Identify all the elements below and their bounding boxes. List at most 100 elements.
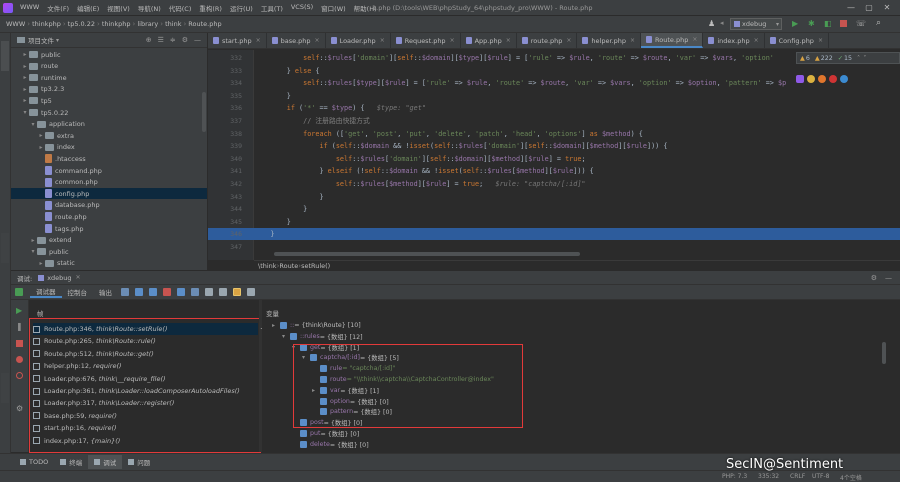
back-arrow-icon[interactable]: ◂ — [720, 19, 724, 27]
close-icon[interactable]: × — [566, 37, 571, 44]
stop-icon[interactable] — [840, 20, 847, 27]
minimize-button[interactable]: — — [844, 1, 858, 14]
close-icon[interactable]: × — [630, 37, 635, 44]
menu-item[interactable]: 代码(C) — [165, 3, 196, 13]
firefox-icon[interactable] — [818, 75, 826, 83]
stack-frame[interactable]: Route.php:346, think\Route::setRule() — [33, 323, 258, 335]
variable-row[interactable]: delete = {数组} [0] — [292, 439, 369, 450]
chevron-down-icon[interactable]: ˅ — [863, 55, 866, 62]
view-breakpoints-icon[interactable] — [16, 356, 23, 363]
tree-item[interactable]: ▸ tp3.2.3 — [11, 84, 207, 95]
tree-item[interactable]: ▾ tp5.0.22 — [11, 107, 207, 118]
run-icon[interactable]: ▶ — [792, 19, 798, 28]
editor-tab[interactable]: index.php × — [703, 33, 765, 48]
debug-tab[interactable]: 控制台 — [62, 287, 94, 297]
gear-icon[interactable]: ⚙ — [182, 36, 188, 44]
tree-item[interactable]: .htaccess — [11, 153, 207, 164]
menu-item[interactable]: WWW — [16, 3, 43, 13]
locate-icon[interactable]: ⊕ — [146, 36, 152, 44]
tree-item[interactable]: command.php — [11, 165, 207, 176]
project-scrollbar[interactable] — [202, 92, 206, 132]
stack-frame[interactable]: Route.php:265, think\Route::rule() — [33, 335, 156, 347]
editor-tab[interactable]: base.php × — [267, 33, 326, 48]
step-out-icon[interactable] — [177, 288, 185, 296]
menu-item[interactable]: 导航(N) — [134, 3, 165, 13]
restore-layout-icon[interactable] — [233, 288, 241, 296]
favorites-tool-tab[interactable] — [1, 373, 9, 403]
rerun-icon[interactable] — [15, 288, 23, 296]
menu-item[interactable]: VCS(S) — [287, 3, 317, 13]
run-config-select[interactable]: xdebug ▾ — [730, 18, 782, 30]
structure-tool-tab[interactable] — [1, 233, 9, 263]
breadcrumb-item[interactable]: thinkphp — [30, 20, 63, 28]
chevron-down-icon[interactable]: ▾ — [56, 37, 59, 44]
edge-icon[interactable] — [840, 75, 848, 83]
close-icon[interactable]: × — [754, 37, 759, 44]
breadcrumb-item[interactable]: thinkphp — [100, 20, 133, 28]
hide-icon[interactable]: — — [194, 36, 201, 44]
close-icon[interactable]: ✕ — [76, 274, 81, 281]
stack-frame[interactable]: helper.php:12, require() — [33, 360, 122, 372]
breadcrumb-item[interactable]: think — [163, 20, 183, 28]
editor-breadcrumb-item[interactable]: \think — [258, 262, 277, 270]
tree-item[interactable]: ▾ application — [11, 119, 207, 130]
stack-frame[interactable]: index.php:17, {main}() — [33, 435, 120, 447]
force-step-into-icon[interactable] — [163, 288, 171, 296]
chevron-up-icon[interactable]: ˄ — [857, 55, 860, 62]
tree-item[interactable]: ▸ public — [11, 49, 207, 60]
variable-row[interactable]: put = {数组} [0] — [292, 428, 359, 439]
user-icon[interactable]: ♟ — [708, 19, 715, 28]
editor-tab[interactable]: Request.php × — [391, 33, 461, 48]
menu-item[interactable]: 运行(U) — [226, 3, 257, 13]
show-execution-point-icon[interactable] — [121, 288, 129, 296]
tree-item[interactable]: ▸ tp5 — [11, 95, 207, 106]
php-version[interactable]: PHP: 7.3 — [722, 473, 747, 480]
close-icon[interactable]: × — [380, 37, 385, 44]
listen-phone-icon[interactable]: ☏ — [856, 19, 866, 28]
tree-item[interactable]: ▸ extra — [11, 130, 207, 141]
tree-item[interactable]: tags.php — [11, 223, 207, 234]
editor-tab[interactable]: route.php × — [517, 33, 578, 48]
mute-breakpoints-icon[interactable] — [16, 372, 23, 379]
bottom-tab[interactable]: 调试 — [88, 455, 123, 469]
editor-breadcrumb-item[interactable]: Route — [279, 262, 298, 270]
variables-scrollbar[interactable] — [882, 342, 886, 364]
tree-item[interactable]: config.php — [11, 188, 207, 200]
gear-icon[interactable]: ⚙ — [871, 274, 877, 282]
close-button[interactable]: ✕ — [880, 1, 894, 14]
breadcrumb-item[interactable]: Route.php — [186, 20, 223, 28]
editor-tab[interactable]: start.php × — [208, 33, 267, 48]
debug-config-tab[interactable]: xdebug — [47, 274, 71, 282]
close-icon[interactable]: × — [315, 37, 320, 44]
breadcrumb-item[interactable]: WWW — [4, 20, 27, 28]
inspection-widget[interactable]: ▲ 6 ▲ 222 ✓ 15 ˄ ˅ — [796, 52, 900, 64]
opera-icon[interactable] — [829, 75, 837, 83]
indent-setting[interactable]: 4个空格 — [840, 473, 862, 482]
run-to-cursor-icon[interactable] — [191, 288, 199, 296]
stack-frame[interactable]: Loader.php:361, think\Loader::loadCompose… — [33, 385, 240, 397]
chrome-icon[interactable] — [807, 75, 815, 83]
line-separator[interactable]: CRLF — [790, 473, 805, 480]
project-panel-title[interactable]: 项目文件 — [28, 35, 54, 45]
variable-row[interactable]: ▸:: = {think\Route} [10] — [272, 320, 361, 331]
variable-row[interactable]: ▾::rules = {数组} [12] — [282, 331, 363, 342]
bottom-tab[interactable]: TODO — [14, 456, 54, 468]
cursor-position[interactable]: 335:32 — [758, 473, 779, 480]
tree-item[interactable]: route.php — [11, 211, 207, 222]
stack-frame[interactable]: Loader.php:317, think\Loader::register() — [33, 397, 174, 409]
tree-item[interactable]: ▸ extend — [11, 235, 207, 246]
stack-frame[interactable]: Loader.php:676, think\__require_file() — [33, 373, 166, 385]
stack-frame[interactable]: base.php:59, require() — [33, 410, 117, 422]
editor-tab[interactable]: App.php × — [461, 33, 517, 48]
close-icon[interactable]: × — [256, 37, 261, 44]
expand-arrow-icon[interactable]: ▾ — [282, 333, 290, 340]
close-icon[interactable]: × — [506, 37, 511, 44]
editor-breadcrumb-item[interactable]: setRule() — [301, 262, 330, 270]
tree-item[interactable]: database.php — [11, 200, 207, 211]
tree-item[interactable]: ▸ route — [11, 61, 207, 72]
menu-item[interactable]: 重构(R) — [195, 3, 226, 13]
menu-item[interactable]: 窗口(W) — [317, 3, 350, 13]
horizontal-scrollbar[interactable] — [274, 252, 580, 256]
tree-item[interactable]: ▸ static — [11, 258, 207, 269]
menu-item[interactable]: 文件(F) — [43, 3, 73, 13]
